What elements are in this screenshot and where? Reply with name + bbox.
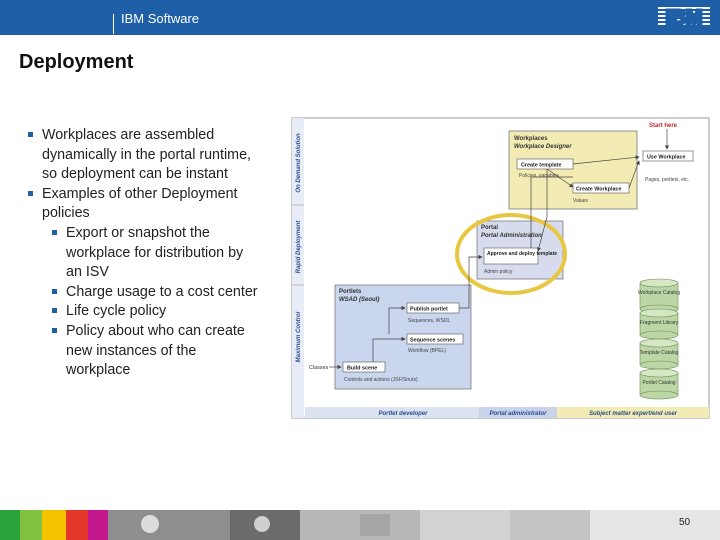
- bullet-marker: [52, 308, 57, 314]
- bullet-text: Workplaces are assembled dynamically in …: [42, 127, 251, 183]
- bullet-text: Life cycle policy: [66, 303, 167, 320]
- brand-label: IBM Software: [121, 11, 200, 26]
- sub-bullet-item: Export or snapshot the workplace for dis…: [52, 224, 260, 283]
- ibm-logo-text: IBM: [666, 7, 703, 29]
- admin-policy-label: Admin policy: [484, 269, 513, 275]
- create-workplace-label: Create Workplace: [576, 187, 621, 193]
- bullet-marker: [52, 327, 57, 333]
- side-label-rapid-deployment: Rapid Deployment: [296, 220, 302, 274]
- bullet-marker: [28, 132, 33, 137]
- catalog-workplace-label: Workplace Catalog: [638, 290, 680, 296]
- role-portlet-developer: Portlet developer: [378, 411, 428, 417]
- bullet-list: Workplaces are assembled dynamically in …: [28, 126, 260, 381]
- side-label-maximum-control: Maximum Control: [296, 311, 302, 362]
- bullet-text: Examples of other Deployment policies: [42, 185, 238, 222]
- create-template-label: Create template: [521, 163, 561, 169]
- catalog-template: Template Catalog: [640, 338, 679, 370]
- approve-deploy-label: Approve and deploy template: [487, 251, 557, 257]
- use-workplace-label: Use Workplace: [647, 155, 686, 161]
- portal-subtitle: Portal Administration: [481, 233, 542, 239]
- footer-strip: [0, 510, 720, 540]
- bullet-item: Workplaces are assembled dynamically in …: [28, 126, 260, 185]
- publish-portlet-label: Publish portlet: [410, 307, 448, 313]
- workplaces-subtitle: Workplace Designer: [514, 144, 572, 150]
- sub-bullet-item: Life cycle policy: [52, 302, 260, 322]
- role-portal-administrator: Portal administrator: [489, 411, 547, 417]
- policies-variables-label: Policies, variables: [519, 173, 560, 179]
- header-bar: IBM Software IBM: [0, 0, 720, 35]
- bullet-item: Examples of other Deployment policies: [28, 185, 260, 224]
- bullet-marker: [28, 190, 33, 196]
- header-separator: [113, 14, 114, 34]
- workplaces-title: Workplaces: [514, 136, 548, 142]
- side-label-on-demand: On Demand Solution: [296, 133, 302, 193]
- bullet-text: Charge usage to a cost center: [66, 283, 258, 300]
- workflow-label: Workflow (BPEL): [408, 348, 446, 354]
- sub-bullet-item: Charge usage to a cost center: [52, 283, 260, 303]
- bullet-text: Policy about who can create new instance…: [66, 322, 245, 379]
- ibm-logo: IBM: [658, 6, 710, 29]
- page-number: 50: [679, 517, 691, 528]
- values-label: Values: [573, 198, 588, 204]
- catalog-portlet: Portlet Catalog: [639, 368, 679, 400]
- slide-title: Deployment: [19, 51, 134, 73]
- bullet-text: Export or snapshot the workplace for dis…: [66, 224, 244, 281]
- start-here-label: Start here: [649, 123, 678, 129]
- pages-portlets-label: Pages, portlets, etc.: [645, 177, 689, 183]
- sequence-scenes-label: Sequence scenes: [410, 338, 455, 344]
- bullet-marker: [52, 229, 57, 235]
- portlets-title: Portlets: [339, 289, 362, 295]
- catalog-template-label: Template Catalog: [640, 350, 679, 356]
- catalog-fragment-label: Fragment Library: [640, 320, 679, 326]
- portal-title: Portal: [481, 225, 498, 231]
- role-subject-matter-expert: Subject matter expert/end user: [589, 411, 678, 417]
- sub-bullet-item: Policy about who can create new instance…: [52, 322, 260, 381]
- build-scene-label: Build scene: [347, 366, 377, 372]
- controls-label: Controls and actions (JSF/Struts): [344, 377, 418, 383]
- portlets-subtitle: WSAD (Seoul): [339, 297, 379, 303]
- deployment-diagram: On Demand Solution Rapid Deployment Maxi…: [291, 117, 710, 419]
- sequences-wsdl-label: Sequences, WSDL: [408, 318, 450, 324]
- catalog-workplace: Workplace Catalog: [638, 278, 680, 314]
- classes-label: Classes: [309, 365, 328, 371]
- catalog-fragment: Fragment Library: [639, 308, 679, 340]
- catalog-portlet-label: Portlet Catalog: [642, 380, 675, 386]
- bullet-marker: [52, 288, 57, 294]
